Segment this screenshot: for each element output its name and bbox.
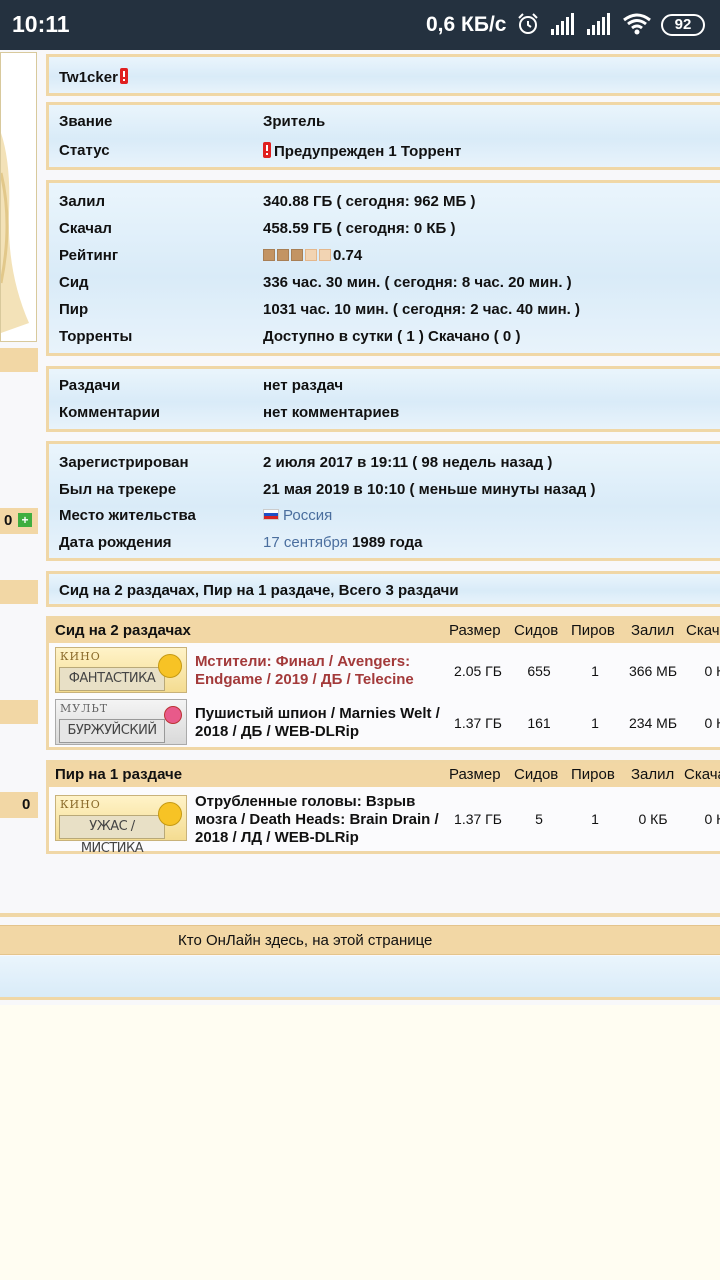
downloaded-value: 458.59 ГБ ( сегодня: 0 КБ ) xyxy=(263,220,456,237)
birthday-link[interactable]: 17 сентября xyxy=(263,534,348,551)
username: Tw1cker xyxy=(59,68,131,86)
comments-value: нет комментариев xyxy=(263,404,400,421)
network-speed: 0,6 КБ/с xyxy=(426,13,507,36)
last-seen-value: 21 мая 2019 в 10:10 ( меньше минуты наза… xyxy=(263,481,596,498)
left-strip-2 xyxy=(0,580,38,604)
signal-icon xyxy=(551,13,574,35)
online-header: Кто ОнЛайн здесь, на этой странице xyxy=(0,925,720,955)
seed-table: Сид на 2 раздачах Размер Сидов Пиров Зал… xyxy=(46,616,720,750)
status-value: Предупрежден 1 Торрент xyxy=(263,142,461,160)
peer-table: Пир на 1 раздаче Размер Сидов Пиров Зали… xyxy=(46,760,720,856)
torrent-title-link[interactable]: Отрубленные головы: Взрыв мозга / Death … xyxy=(195,793,445,847)
location-link[interactable]: Россия xyxy=(283,507,332,524)
warning-icon xyxy=(119,68,128,84)
clock: 10:11 xyxy=(12,11,70,37)
russia-flag-icon xyxy=(263,509,279,520)
birthday-value: 17 сентября 1989 года xyxy=(263,534,423,551)
category-horror-icon[interactable]: КИНО УЖАС / МИСТИКА xyxy=(55,795,187,856)
rating-square xyxy=(319,249,331,261)
seed-table-header: Сид на 2 раздачах Размер Сидов Пиров Зал… xyxy=(49,619,720,643)
rating-square xyxy=(291,249,303,261)
left-counter-1: 0 + xyxy=(0,508,38,534)
rating-square xyxy=(263,249,275,261)
category-cartoon-icon[interactable]: МУЛЬТ БУРЖУЙСКИЙ xyxy=(55,699,187,745)
avatar xyxy=(0,52,37,342)
profile-page: 0 + 0 Tw1cker Звание Зритель Статус Пред… xyxy=(0,50,720,1005)
status-bar: 10:11 0,6 КБ/с 92 xyxy=(0,0,720,50)
plus-icon[interactable]: + xyxy=(18,513,32,527)
signal-icon-2 xyxy=(587,13,610,35)
rating-square xyxy=(277,249,289,261)
warning-icon xyxy=(263,142,271,158)
left-column: 0 + 0 xyxy=(0,50,40,1005)
online-title: Кто ОнЛайн здесь, на этой странице xyxy=(178,932,433,949)
category-fantasy-icon[interactable]: КИНО ФАНТАСТИКА xyxy=(55,647,187,693)
activity-box: Раздачи нет раздач Комментарии нет комме… xyxy=(46,366,720,432)
releases-value: нет раздач xyxy=(263,377,344,394)
registered-value: 2 июля 2017 в 19:11 ( 98 недель назад ) xyxy=(263,454,553,471)
location-value: Россия xyxy=(263,507,332,524)
uploaded-value: 340.88 ГБ ( сегодня: 962 МБ ) xyxy=(263,193,476,210)
rank-box: Звание Зритель Статус Предупрежден 1 Тор… xyxy=(46,102,720,170)
seed-value: 336 час. 30 мин. ( сегодня: 8 час. 20 ми… xyxy=(263,274,572,291)
torrent-title-link[interactable]: Пушистый шпион / Marnies Welt / 2018 / Д… xyxy=(195,705,445,741)
balloons-icon xyxy=(164,706,182,724)
torrent-title-link[interactable]: Мстители: Финал / Avengers: Endgame / 20… xyxy=(195,653,445,689)
torrents-value: Доступно в сутки ( 1 ) Скачано ( 0 ) xyxy=(263,328,521,345)
online-list xyxy=(0,956,720,1000)
username-box: Tw1cker xyxy=(46,54,720,96)
smiley-icon xyxy=(158,802,182,826)
stats-box: Залил 340.88 ГБ ( сегодня: 962 МБ ) Скач… xyxy=(46,180,720,356)
left-strip xyxy=(0,348,38,372)
rating-value: 0.74 xyxy=(263,247,362,264)
rating-squares xyxy=(263,247,333,264)
left-counter-2: 0 xyxy=(0,792,38,818)
peer-value: 1031 час. 10 мин. ( сегодня: 2 час. 40 м… xyxy=(263,301,580,318)
wifi-icon xyxy=(623,13,651,35)
summary-text: Сид на 2 раздачах, Пир на 1 раздаче, Все… xyxy=(59,582,459,599)
peer-table-header: Пир на 1 раздаче Размер Сидов Пиров Зали… xyxy=(49,763,720,787)
smiley-icon xyxy=(158,654,182,678)
left-strip-3 xyxy=(0,700,38,724)
avatar-image xyxy=(0,133,29,333)
info-box: Зарегистрирован 2 июля 2017 в 19:11 ( 98… xyxy=(46,441,720,561)
divider xyxy=(0,913,720,917)
alarm-icon xyxy=(518,13,538,34)
rating-square xyxy=(305,249,317,261)
summary-box: Сид на 2 раздачах, Пир на 1 раздаче, Все… xyxy=(46,571,720,607)
battery-indicator: 92 xyxy=(661,14,705,36)
rank-value: Зритель xyxy=(263,113,326,130)
